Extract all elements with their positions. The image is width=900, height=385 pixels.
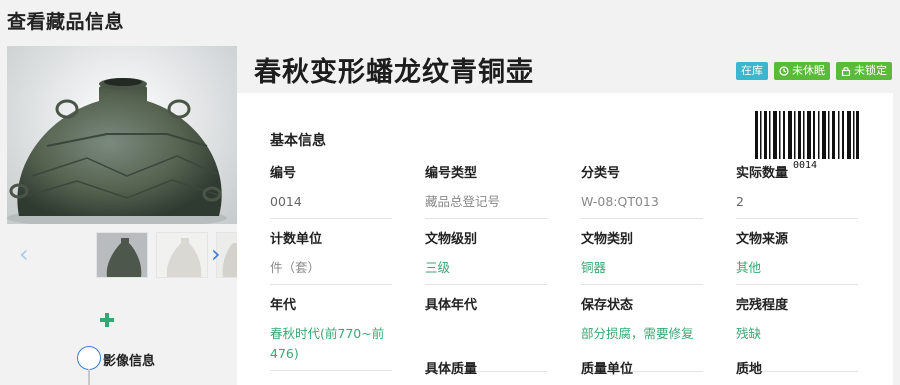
page-title: 查看藏品信息 bbox=[7, 11, 125, 33]
field-relic-grade: 文物级别 三级 bbox=[425, 231, 547, 285]
field-value[interactable]: 春秋时代(前770~前476) bbox=[270, 324, 392, 371]
field-weight-unit: 质量单位 bbox=[581, 361, 703, 379]
field-label: 编号 bbox=[270, 166, 297, 181]
artifact-main-photo[interactable] bbox=[7, 46, 237, 224]
field-label: 质量单位 bbox=[581, 362, 634, 377]
lock-icon bbox=[841, 67, 851, 76]
field-value: 2 bbox=[736, 192, 858, 219]
chevron-right-icon[interactable]: › bbox=[211, 240, 221, 268]
chevron-left-icon[interactable]: ‹ bbox=[19, 240, 29, 268]
field-value[interactable]: 铜器 bbox=[581, 258, 703, 285]
field-value: 藏品总登记号 bbox=[425, 192, 547, 219]
field-label: 具体年代 bbox=[425, 298, 478, 313]
field-label: 完残程度 bbox=[736, 298, 789, 313]
field-classification: 分类号 W-08:QT013 bbox=[581, 165, 703, 219]
field-label: 文物类别 bbox=[581, 232, 634, 247]
field-value[interactable]: 其他 bbox=[736, 258, 858, 285]
field-count-unit: 计数单位 件（套） bbox=[270, 231, 392, 285]
field-label: 质地 bbox=[736, 362, 763, 377]
status-badge-label: 未锁定 bbox=[854, 64, 887, 77]
status-badge-in-stock: 在库 bbox=[736, 62, 768, 80]
basic-info-panel: 基本信息 0014 编号 0014 编号类型 藏品总登记号 分类号 W-08:Q… bbox=[237, 93, 893, 385]
status-badge-label: 未休眠 bbox=[792, 64, 825, 77]
status-badges: 在库 未休眠 未锁定 bbox=[736, 62, 892, 80]
field-label: 实际数量 bbox=[736, 166, 789, 181]
status-badge-not-dormant: 未休眠 bbox=[774, 62, 830, 80]
plus-icon[interactable] bbox=[99, 312, 115, 328]
barcode bbox=[755, 111, 859, 159]
field-actual-quantity: 实际数量 2 bbox=[736, 165, 858, 219]
field-value: 件（套） bbox=[270, 258, 392, 285]
field-number: 编号 0014 bbox=[270, 165, 392, 219]
field-era: 年代 春秋时代(前770~前476) bbox=[270, 297, 392, 371]
artifact-title: 春秋变形蟠龙纹青铜壶 bbox=[254, 57, 534, 88]
field-value: 0014 bbox=[270, 192, 392, 219]
field-specific-weight: 具体质量 bbox=[425, 361, 547, 379]
clock-icon bbox=[779, 66, 789, 76]
field-relic-category: 文物类别 铜器 bbox=[581, 231, 703, 285]
status-badge-label: 在库 bbox=[741, 64, 763, 77]
thumbnail-1[interactable] bbox=[96, 232, 148, 278]
field-label: 具体质量 bbox=[425, 362, 478, 377]
field-relic-source: 文物来源 其他 bbox=[736, 231, 858, 285]
timeline-label-image-info[interactable]: 影像信息 bbox=[103, 350, 155, 369]
field-label: 分类号 bbox=[581, 166, 621, 181]
field-label: 计数单位 bbox=[270, 232, 323, 247]
thumbnail-carousel: ‹ › bbox=[7, 232, 247, 278]
timeline-line bbox=[88, 369, 90, 385]
field-label: 年代 bbox=[270, 298, 297, 313]
field-material: 质地 bbox=[736, 361, 858, 379]
field-number-type: 编号类型 藏品总登记号 bbox=[425, 165, 547, 219]
field-label: 编号类型 bbox=[425, 166, 478, 181]
field-value: W-08:QT013 bbox=[581, 192, 703, 219]
field-label: 保存状态 bbox=[581, 298, 634, 313]
field-label: 文物来源 bbox=[736, 232, 789, 247]
section-title: 基本信息 bbox=[270, 133, 326, 149]
field-value[interactable]: 三级 bbox=[425, 258, 547, 285]
field-label: 文物级别 bbox=[425, 232, 478, 247]
status-badge-unlocked: 未锁定 bbox=[836, 62, 892, 80]
timeline-node bbox=[77, 346, 101, 370]
thumbnail-2[interactable] bbox=[156, 232, 208, 278]
